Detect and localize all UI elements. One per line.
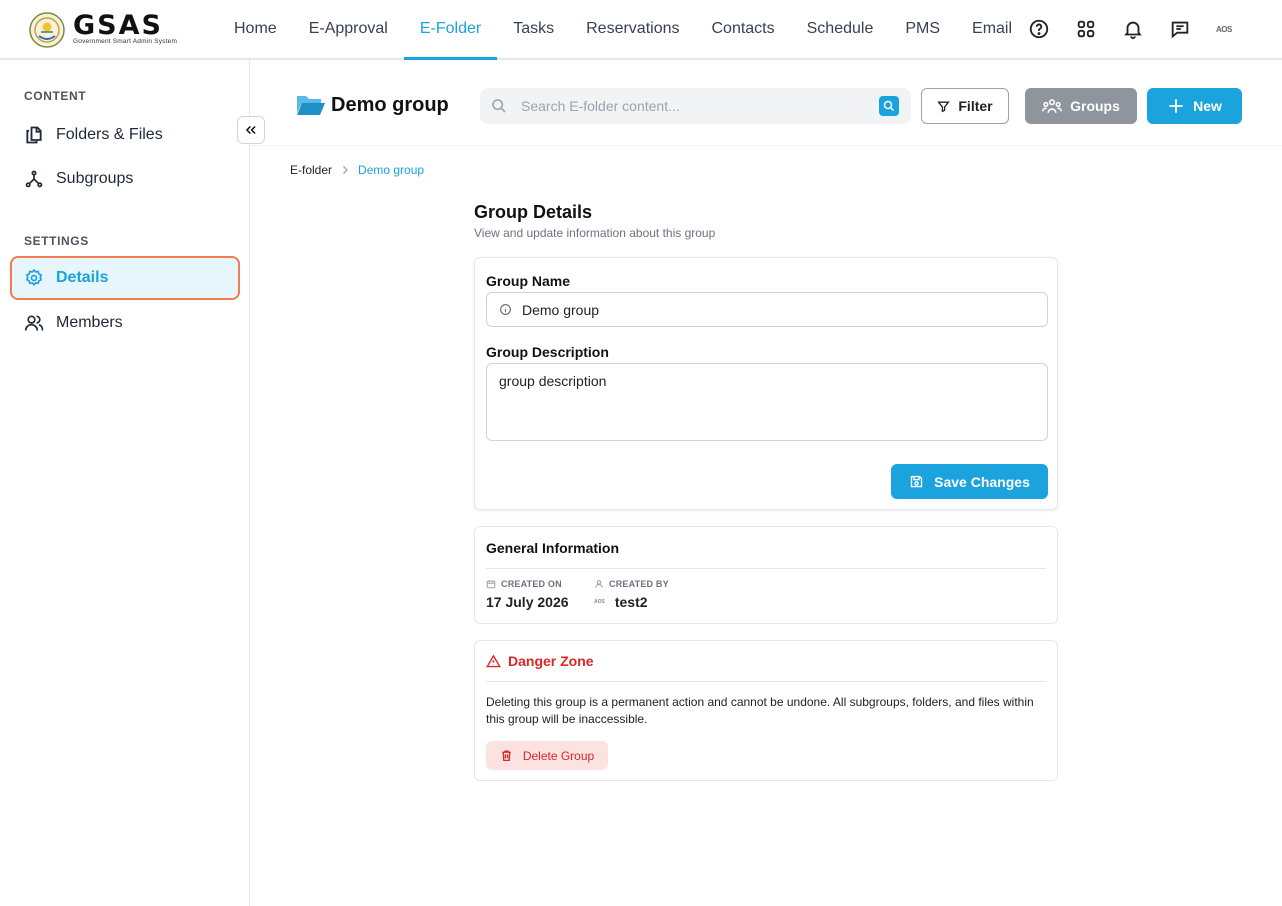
search-submit-button[interactable] (879, 96, 899, 116)
plus-icon (1169, 99, 1183, 113)
divider (486, 681, 1046, 682)
save-changes-button[interactable]: Save Changes (891, 464, 1048, 499)
sidebar-item-subgroups[interactable]: Subgroups (10, 157, 240, 201)
trash-icon (501, 750, 511, 762)
save-icon (910, 475, 923, 488)
main-nav: Home E-Approval E-Folder Tasks Reservati… (218, 0, 1028, 60)
filter-label: Filter (958, 98, 993, 114)
nav-e-folder[interactable]: E-Folder (403, 0, 498, 60)
group-details-card: Group Name Group Description group descr… (474, 257, 1058, 510)
created-by-block: CREATED BY AOS test2 (594, 579, 669, 610)
delete-group-button[interactable]: Delete Group (486, 741, 608, 770)
members-icon (24, 315, 44, 331)
nav-home[interactable]: Home (218, 0, 293, 58)
save-changes-label: Save Changes (934, 473, 1030, 490)
logo-subtitle: Government Smart Admin System (73, 38, 178, 45)
breadcrumb-current: Demo group (358, 163, 425, 177)
breadcrumb-root[interactable]: E-folder (290, 163, 332, 177)
folder-open-icon (297, 96, 325, 115)
folder-title: Demo group (296, 93, 449, 117)
nav-pms[interactable]: PMS (889, 0, 956, 58)
search-input[interactable] (521, 98, 861, 114)
filter-icon (937, 101, 951, 112)
help-icon[interactable] (1028, 18, 1050, 40)
top-navigation-bar: GSAS Government Smart Admin System Home … (0, 0, 1282, 60)
filter-button[interactable]: Filter (921, 88, 1009, 124)
general-information-title: General Information (486, 540, 620, 556)
created-on-block: CREATED ON 17 July 2026 (486, 579, 569, 610)
sidebar-item-members[interactable]: Members (10, 301, 240, 345)
subgroups-icon (25, 170, 43, 188)
user-avatar[interactable]: AOS (1216, 25, 1232, 34)
search-icon (492, 99, 506, 113)
breadcrumb: E-folder Demo group (290, 163, 424, 177)
bell-icon[interactable] (1122, 18, 1144, 40)
nav-reservations[interactable]: Reservations (570, 0, 695, 58)
nav-email[interactable]: Email (956, 0, 1028, 58)
emblem-icon (29, 12, 65, 48)
created-by-label: CREATED BY (609, 579, 669, 589)
sidebar: CONTENT Folders & Files Subgroups SETTIN… (0, 60, 250, 906)
info-icon (500, 304, 511, 315)
app-logo[interactable]: GSAS Government Smart Admin System (29, 12, 177, 48)
group-name-field (486, 292, 1048, 327)
groups-icon (1042, 99, 1063, 114)
group-description-label: Group Description (486, 344, 609, 360)
created-on-label: CREATED ON (501, 579, 562, 589)
sidebar-item-label: Details (56, 269, 109, 286)
group-name-label: Group Name (486, 273, 571, 289)
calendar-icon (486, 580, 496, 589)
created-by-value: test2 (614, 594, 648, 610)
divider (486, 568, 1046, 569)
double-chevron-left-icon (245, 125, 256, 135)
nav-contacts[interactable]: Contacts (695, 0, 790, 58)
danger-zone-card: Danger Zone Deleting this group is a per… (474, 640, 1058, 781)
collapse-sidebar-button[interactable] (237, 116, 265, 144)
chevron-right-icon (343, 166, 348, 174)
sidebar-item-label: Members (56, 314, 123, 331)
groups-label: Groups (1070, 98, 1120, 114)
general-information-card: General Information CREATED ON 17 July 2… (474, 526, 1058, 624)
page-subtitle: View and update information about this g… (474, 226, 716, 240)
chat-icon[interactable] (1169, 18, 1191, 40)
groups-button[interactable]: Groups (1025, 88, 1137, 124)
files-icon (26, 126, 42, 144)
gear-icon (25, 268, 43, 286)
sidebar-item-folders-files[interactable]: Folders & Files (10, 113, 240, 157)
content-header: Demo group Filter Groups New (251, 60, 1282, 146)
user-icon (595, 580, 603, 588)
nav-schedule[interactable]: Schedule (791, 0, 890, 58)
creator-avatar: AOS (594, 599, 605, 605)
sidebar-heading-settings: SETTINGS (24, 234, 89, 248)
search-bar (480, 88, 911, 124)
nav-tasks[interactable]: Tasks (497, 0, 570, 58)
warning-triangle-icon (486, 654, 501, 667)
danger-zone-title: Danger Zone (486, 653, 594, 669)
danger-zone-title-text: Danger Zone (508, 653, 594, 669)
logo-title: GSAS (73, 10, 163, 41)
top-right-icons: AOS (1028, 18, 1232, 40)
group-description-input[interactable]: group description (486, 363, 1048, 441)
group-name-input[interactable] (522, 301, 1022, 318)
page-title: Group Details (474, 202, 593, 222)
nav-e-approval[interactable]: E-Approval (293, 0, 404, 58)
apps-grid-icon[interactable] (1075, 18, 1097, 40)
sidebar-item-details[interactable]: Details (10, 256, 240, 300)
search-icon (883, 100, 895, 112)
sidebar-item-label: Subgroups (56, 170, 134, 187)
new-button[interactable]: New (1147, 88, 1242, 124)
delete-group-label: Delete Group (522, 748, 595, 763)
new-label: New (1193, 98, 1222, 114)
created-on-value: 17 July 2026 (486, 594, 569, 610)
danger-zone-description: Deleting this group is a permanent actio… (486, 695, 1034, 726)
folder-title-text: Demo group (331, 93, 449, 116)
sidebar-item-label: Folders & Files (56, 126, 163, 143)
sidebar-heading-content: CONTENT (24, 89, 87, 103)
